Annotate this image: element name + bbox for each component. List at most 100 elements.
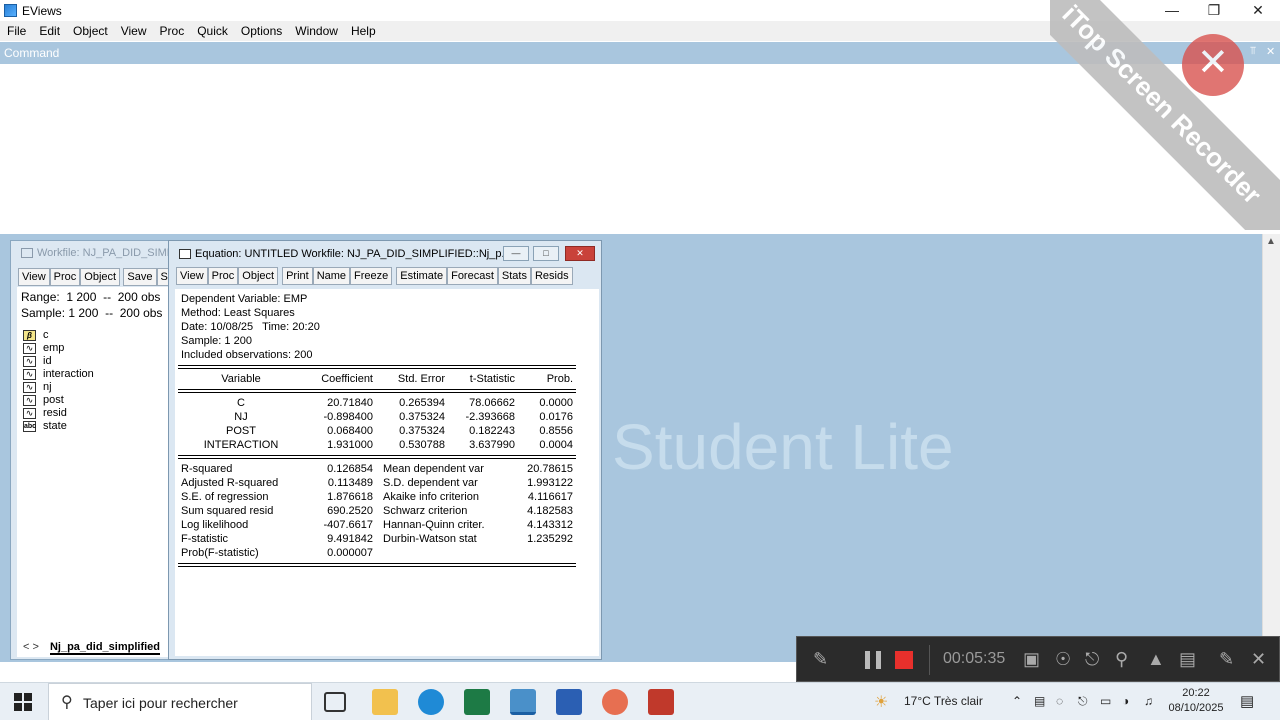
stat-value: -407.6617	[323, 519, 373, 531]
show-hidden-icons[interactable]: ⌃	[1012, 694, 1022, 708]
tray-icon[interactable]: ◌	[1056, 694, 1063, 708]
series-icon: ∿	[23, 382, 36, 393]
search-icon: ⚲	[61, 694, 73, 711]
stat-value: 0.126854	[327, 463, 373, 475]
dependent-variable-line: Dependent Variable: EMP	[181, 293, 308, 305]
eviews-taskbar-icon[interactable]	[510, 689, 536, 715]
coef-cell: 1.931000	[327, 439, 373, 451]
coef-row: INTERACTION 1.931000 0.530788 3.637990 0.000…	[181, 438, 581, 452]
eq-stats-button[interactable]: Stats	[497, 267, 531, 285]
menu-help[interactable]: Help	[345, 21, 382, 41]
object-item-resid[interactable]: ∿ resid	[21, 407, 169, 420]
scroll-up-icon[interactable]: ▲	[1266, 236, 1276, 247]
recorder-toolbar: ✎ 00:05:35 ▣ ☉ ⎋ ⚲ ▲ ▤ ✎ ✕	[796, 636, 1280, 682]
coef-cell: 0.375324	[399, 425, 445, 437]
coef-table-header: Variable Coefficient Std. Error t-Statis…	[181, 372, 581, 386]
stat-label: Hannan-Quinn criter.	[383, 519, 485, 531]
file-explorer-icon[interactable]	[372, 689, 398, 715]
menu-quick[interactable]: Quick	[191, 21, 234, 41]
eq-name-button[interactable]: Name	[312, 267, 351, 285]
tray-icon[interactable]: ▤	[1034, 694, 1045, 708]
object-item-nj[interactable]: ∿ nj	[21, 381, 169, 394]
task-view-icon[interactable]	[324, 692, 346, 712]
workspace-scrollbar[interactable]: ▲ ▼	[1262, 234, 1280, 662]
mic-mute-icon[interactable]: ⎋	[1085, 649, 1099, 669]
menu-file[interactable]: File	[1, 21, 32, 41]
mic-icon[interactable]: ⎋	[1078, 694, 1088, 709]
weather-icon[interactable]: ☀	[874, 692, 888, 712]
menu-options[interactable]: Options	[235, 21, 288, 41]
object-item-interaction[interactable]: ∿ interaction	[21, 368, 169, 381]
recorder-app-icon[interactable]	[648, 689, 674, 715]
pen-icon[interactable]: ✎	[813, 649, 828, 669]
series-icon: ∿	[23, 408, 36, 419]
workfile-panel: Range: 1 200 -- 200 obs Sample: 1 200 --…	[17, 287, 169, 647]
wifi-icon[interactable]: ◑	[1122, 694, 1129, 708]
series-icon: ∿	[23, 356, 36, 367]
clock-time: 20:22	[1182, 687, 1210, 699]
menu-object[interactable]: Object	[67, 21, 114, 41]
object-item-emp[interactable]: ∿ emp	[21, 342, 169, 355]
word-icon[interactable]	[556, 689, 582, 715]
menu-view[interactable]: View	[115, 21, 153, 41]
edge-icon[interactable]	[418, 689, 444, 715]
volume-icon[interactable]: ♫	[1144, 694, 1153, 708]
stop-icon[interactable]	[895, 651, 913, 669]
eq-estimate-button[interactable]: Estimate	[396, 267, 448, 285]
battery-icon[interactable]: ▭	[1100, 694, 1111, 708]
coef-cell: INTERACTION	[203, 439, 279, 451]
wf-proc-button[interactable]: Proc	[49, 268, 81, 286]
object-item-state[interactable]: abc state	[21, 420, 169, 433]
cursor-effect-icon[interactable]: ▲	[1147, 649, 1165, 669]
series-icon: ∿	[23, 343, 36, 354]
table-divider	[178, 389, 576, 393]
menu-edit[interactable]: Edit	[33, 21, 66, 41]
date-line: Date: 10/08/25 Time: 20:20	[181, 321, 320, 333]
stat-value: 4.143312	[527, 519, 573, 531]
zoom-icon[interactable]: ⚲	[1115, 649, 1128, 669]
menu-proc[interactable]: Proc	[154, 21, 191, 41]
taskbar-search[interactable]: ⚲ Taper ici pour rechercher	[48, 683, 312, 720]
wf-object-button[interactable]: Object	[80, 268, 121, 286]
eq-forecast-button[interactable]: Forecast	[447, 267, 498, 285]
eq-object-button[interactable]: Object	[238, 267, 279, 285]
object-item-id[interactable]: ∿ id	[21, 355, 169, 368]
wf-save-button[interactable]: Save	[123, 268, 157, 286]
equation-title: Equation: UNTITLED Workfile: NJ_PA_DID_S…	[195, 248, 511, 260]
eq-print-button[interactable]: Print	[282, 267, 313, 285]
alpha-series-icon: abc	[23, 421, 37, 432]
workfile-titlebar[interactable]: Workfile: NJ_PA_DID_SIMPLIFIED	[11, 241, 169, 265]
eq-resids-button[interactable]: Resids	[530, 267, 573, 285]
eq-minimize-button[interactable]: —	[503, 246, 529, 261]
coef-cell: 0.0176	[539, 411, 573, 423]
system-clock[interactable]: 20:22 08/10/2025	[1168, 686, 1224, 716]
series-icon: ∿	[23, 395, 36, 406]
page-nav-arrows[interactable]: < >	[23, 641, 39, 653]
coef-cell: 0.8556	[539, 425, 573, 437]
eq-proc-button[interactable]: Proc	[207, 267, 239, 285]
camera-icon[interactable]: ▣	[1023, 649, 1040, 669]
object-item-c[interactable]: βc	[21, 329, 169, 342]
eq-view-button[interactable]: View	[176, 267, 208, 285]
speaker-mute-icon[interactable]: ☉	[1055, 649, 1071, 669]
weather-text[interactable]: 17°C Très clair	[904, 694, 983, 708]
itop-icon[interactable]	[602, 689, 628, 715]
workfile-title: Workfile: NJ_PA_DID_SIMPLIFIED	[37, 247, 169, 259]
object-item-post[interactable]: ∿ post	[21, 394, 169, 407]
eq-maximize-button[interactable]: □	[533, 246, 559, 261]
edit-export-icon[interactable]: ✎	[1219, 649, 1234, 669]
windows-start-icon[interactable]	[14, 693, 32, 711]
recorder-close-icon[interactable]: ✕	[1251, 649, 1266, 669]
pause-icon[interactable]	[865, 651, 881, 669]
stat-label: Prob(F-statistic)	[181, 547, 259, 559]
notifications-icon[interactable]: ▤	[1240, 692, 1254, 710]
eq-freeze-button[interactable]: Freeze	[350, 267, 393, 285]
tab-nj-pa-did-simplified[interactable]: Nj_pa_did_simplified	[49, 641, 160, 655]
stat-label: Adjusted R-squared	[181, 477, 279, 489]
coef-beta-icon: β	[23, 330, 36, 341]
eq-close-button[interactable]: ✕	[565, 246, 595, 261]
menu-window[interactable]: Window	[289, 21, 344, 41]
excel-icon[interactable]	[464, 689, 490, 715]
subtitle-icon[interactable]: ▤	[1179, 649, 1196, 669]
wf-view-button[interactable]: View	[18, 268, 50, 286]
